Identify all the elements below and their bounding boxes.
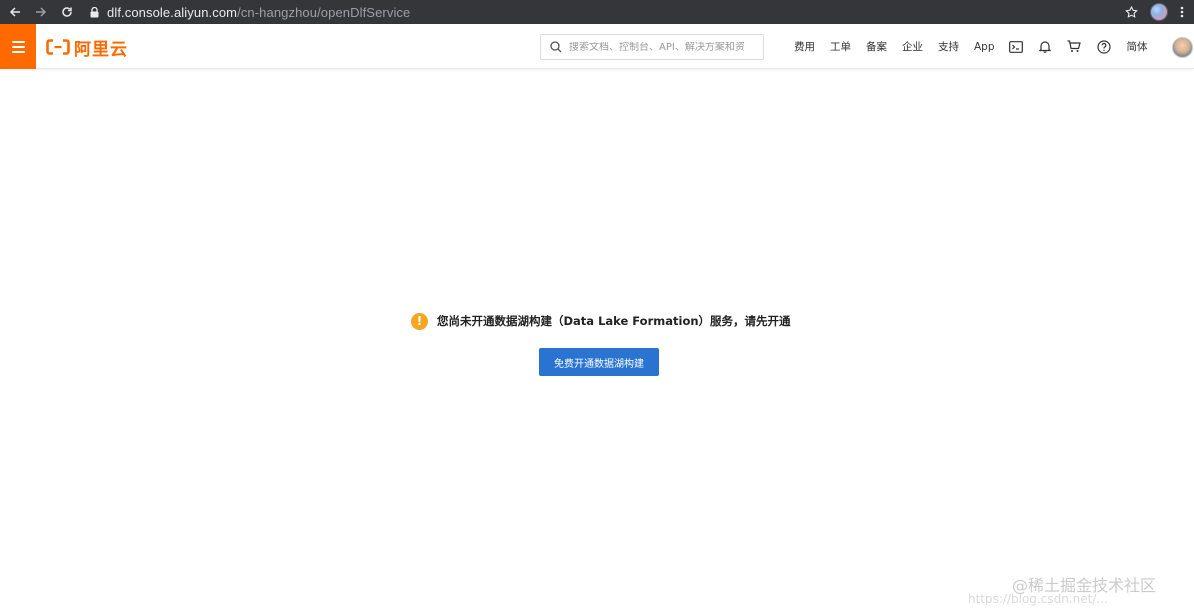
cart-button[interactable]	[1067, 40, 1081, 53]
url-path: /cn-hangzhou/openDlfService	[237, 4, 411, 20]
aliyun-logo[interactable]: 阿里云	[46, 36, 128, 60]
lock-icon	[90, 6, 99, 17]
menu-button[interactable]	[0, 24, 36, 69]
nav-enterprise[interactable]: 企业	[902, 39, 923, 54]
warning-icon: !	[411, 312, 428, 330]
back-button[interactable]	[4, 1, 26, 23]
forward-button[interactable]	[30, 1, 52, 23]
aliyun-logo-icon	[46, 39, 70, 55]
nav-ticket[interactable]: 工单	[830, 39, 851, 54]
search-box[interactable]	[540, 34, 764, 60]
nav-support[interactable]: 支持	[938, 39, 959, 54]
reload-icon	[62, 7, 72, 17]
watermark-url: https://blog.csdn.net/...	[968, 592, 1108, 606]
back-icon	[9, 7, 20, 17]
activate-dlf-button[interactable]: 免费开通数据湖构建	[539, 348, 659, 376]
notice-text: 您尚未开通数据湖构建（Data Lake Formation）服务，请先开通	[437, 314, 791, 328]
nav-fee[interactable]: 费用	[794, 39, 815, 54]
help-button[interactable]	[1096, 39, 1111, 54]
header-nav: 费用 工单 备案 企业 支持 App 简体	[786, 24, 1148, 69]
language-switch[interactable]: 简体	[1127, 39, 1148, 54]
terminal-button[interactable]	[1008, 40, 1023, 53]
logo-text: 阿里云	[74, 39, 128, 60]
nav-filing[interactable]: 备案	[866, 39, 887, 54]
nav-app[interactable]: App	[974, 41, 995, 53]
address-bar[interactable]: dlf.console.aliyun.com/cn-hangzhou/openD…	[90, 0, 410, 24]
forward-icon	[36, 7, 47, 17]
profile-avatar[interactable]	[1150, 3, 1168, 21]
service-notice: ! 您尚未开通数据湖构建（Data Lake Formation）服务，请先开通	[411, 312, 791, 330]
notification-button[interactable]	[1038, 40, 1051, 53]
terminal-icon	[1008, 40, 1023, 53]
help-icon	[1096, 39, 1111, 54]
cart-icon	[1067, 40, 1081, 52]
reload-button[interactable]	[56, 1, 78, 23]
console-header: 阿里云 费用 工单 备案 企业 支持 App	[0, 24, 1194, 69]
url-host: dlf.console.aliyun.com	[107, 4, 238, 20]
star-icon[interactable]	[1125, 5, 1138, 19]
bell-icon	[1038, 41, 1051, 53]
more-icon[interactable]	[1176, 5, 1188, 19]
search-icon	[550, 41, 562, 53]
browser-toolbar: dlf.console.aliyun.com/cn-hangzhou/openD…	[0, 0, 1194, 24]
menu-icon	[11, 40, 25, 43]
user-avatar[interactable]	[1172, 37, 1193, 58]
search-input[interactable]	[569, 41, 759, 53]
